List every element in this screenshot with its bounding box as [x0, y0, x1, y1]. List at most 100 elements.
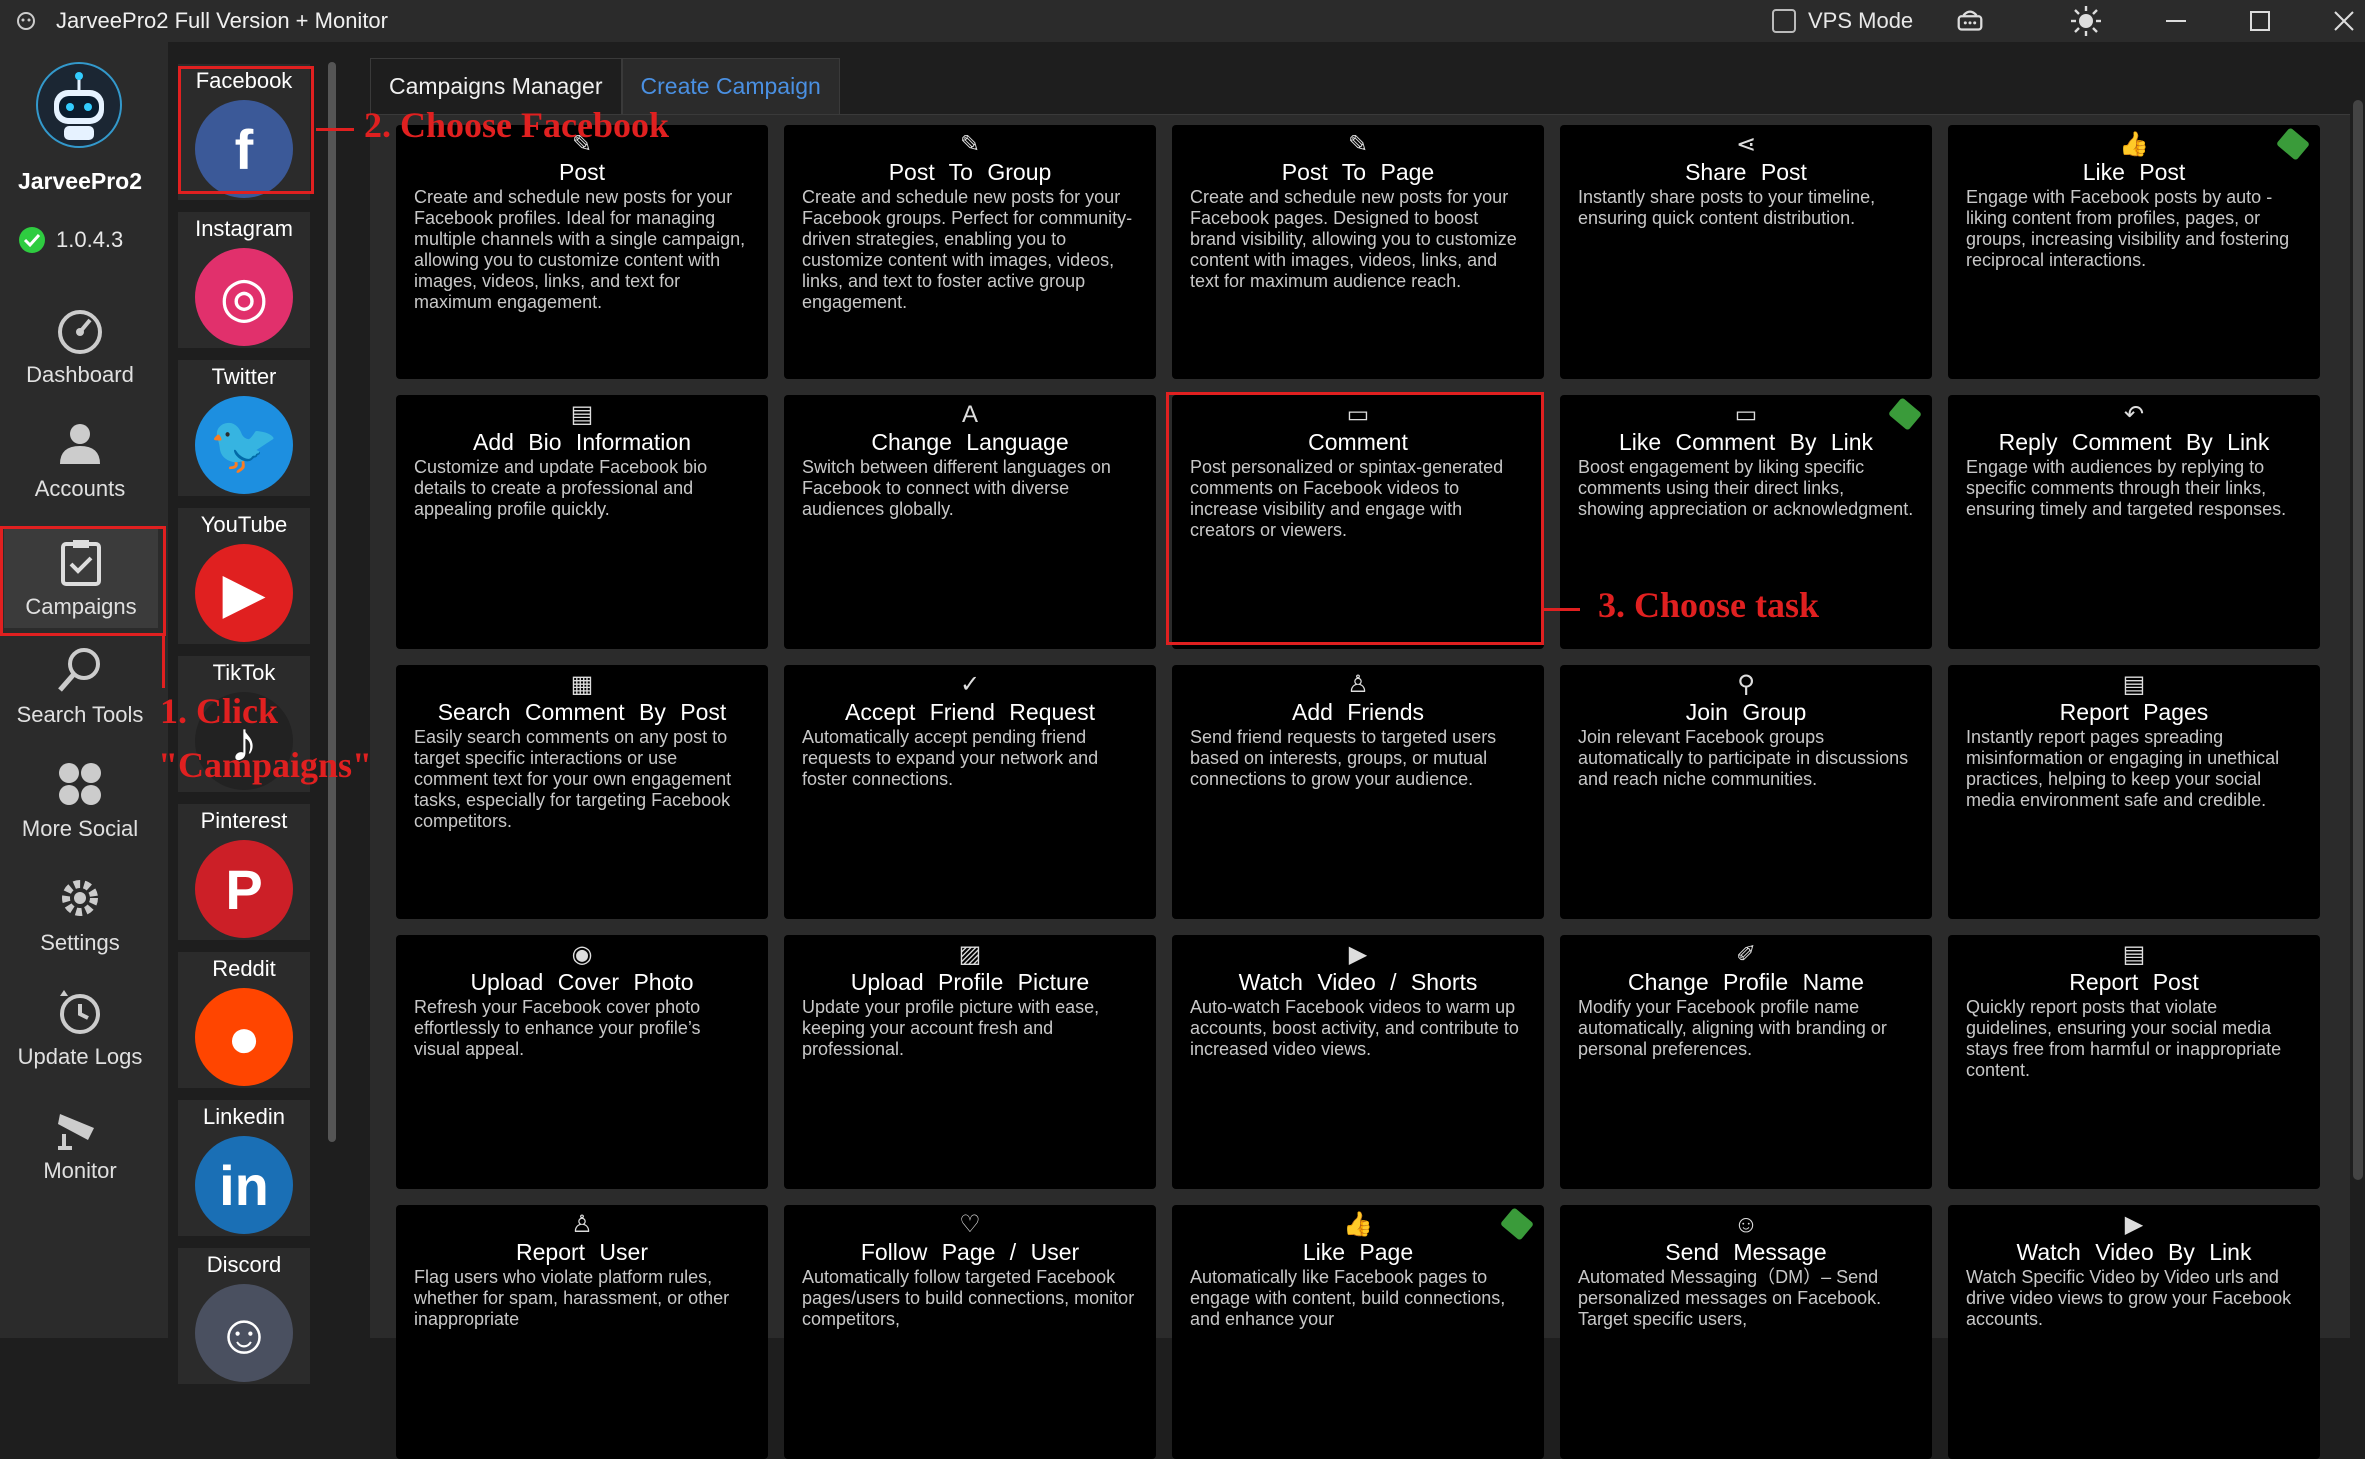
nav-update-logs[interactable]: Update Logs	[0, 978, 160, 1078]
task-card-post-to-page[interactable]: ✎ Post To Page Create and schedule new pos…	[1172, 125, 1544, 379]
task-card-title: Share Post	[1685, 159, 1807, 185]
task-card-watch-video-by-link[interactable]: ▶ Watch Video By Link Watch Specific Video…	[1948, 1205, 2320, 1459]
social-item-label: TikTok	[212, 660, 276, 685]
task-card-description: Quickly report posts that violate guidel…	[1966, 997, 2282, 1080]
task-card-accept-friend-request[interactable]: ✓ Accept Friend Request Automatically acce…	[784, 665, 1156, 919]
task-card-upload-profile-picture[interactable]: ▨ Upload Profile Picture Update your profi…	[784, 935, 1156, 1189]
nav-accounts[interactable]: Accounts	[0, 410, 160, 510]
task-card-title: Add Friends	[1291, 699, 1424, 725]
social-item-label: Reddit	[212, 956, 276, 981]
camera-icon	[58, 1114, 94, 1150]
task-card-title: Post To Page	[1281, 159, 1435, 185]
task-card-icon: ▤	[2122, 941, 2146, 968]
main-scrollbar[interactable]	[2353, 100, 2363, 1180]
task-card-title: Reply Comment By Link	[1998, 429, 2270, 455]
annotation-task-line	[1544, 608, 1580, 611]
social-item-youtube[interactable]: YouTube ▶	[178, 508, 310, 644]
version-info: 1.0.4.3	[18, 226, 123, 254]
social-item-linkedin[interactable]: Linkedin in	[178, 1100, 310, 1236]
maximize-icon[interactable]	[2244, 6, 2276, 36]
task-card-change-profile-name[interactable]: ✐ Change Profile Name Modify your Facebook…	[1560, 935, 1932, 1189]
task-card-search-comment-by-post[interactable]: ▦ Search Comment By Post Easily search com…	[396, 665, 768, 919]
task-card-description: Automated Messaging（DM）– Send personaliz…	[1578, 1267, 1882, 1329]
task-card-description: Customize and update Facebook bio detail…	[414, 457, 708, 519]
task-card-like-post[interactable]: 👍 Like Post Engage with Facebook posts by …	[1948, 125, 2320, 379]
social-item-instagram[interactable]: Instagram ◎	[178, 212, 310, 348]
task-card-title: Change Language	[871, 429, 1069, 455]
task-card-add-bio-information[interactable]: ▤ Add Bio Information Customize and update…	[396, 395, 768, 649]
vps-mode-toggle[interactable]: VPS Mode	[1772, 8, 1913, 34]
task-card-description: Automatically like Facebook pages to eng…	[1190, 1267, 1506, 1329]
task-card-join-group[interactable]: ⚲ Join Group Join relevant Facebook groups…	[1560, 665, 1932, 919]
task-card-report-user[interactable]: ♙ Report User Flag users who violate platf…	[396, 1205, 768, 1459]
social-item-pinterest[interactable]: Pinterest P	[178, 804, 310, 940]
nav-settings[interactable]: Settings	[0, 864, 160, 964]
task-card-change-language[interactable]: A Change Language Switch between different…	[784, 395, 1156, 649]
annotation-step1: 1. Click	[160, 691, 279, 731]
close-icon[interactable]	[2328, 6, 2360, 36]
task-card-title: Search Comment By Post	[437, 699, 727, 725]
task-card-icon: ✎	[959, 131, 981, 158]
task-card-icon: ♡	[959, 1211, 981, 1238]
social-item-label: Twitter	[211, 364, 277, 389]
task-card-icon: ▭	[1734, 401, 1758, 428]
task-card-post-to-group[interactable]: ✎ Post To Group Create and schedule new po…	[784, 125, 1156, 379]
task-card-send-message[interactable]: ☺ Send Message Automated Messaging（DM）– Se…	[1560, 1205, 1932, 1459]
vps-checkbox[interactable]	[1772, 9, 1796, 33]
gear-icon	[62, 880, 98, 916]
campaign-task-grid: ✎ Post Create and schedule new posts for y…	[370, 114, 2350, 1459]
task-card-report-pages[interactable]: ▤ Report Pages Instantly report pages spre…	[1948, 665, 2320, 919]
task-card-description: Update your profile picture with ease, k…	[802, 997, 1100, 1059]
social-item-discord[interactable]: Discord ☺	[178, 1248, 310, 1384]
nav-monitor[interactable]: Monitor	[0, 1092, 160, 1192]
social-glyph: ●	[227, 1005, 261, 1069]
task-card-add-friends[interactable]: ♙ Add Friends Send friend requests to targ…	[1172, 665, 1544, 919]
annotation-task-box	[1166, 392, 1544, 645]
task-card-report-post[interactable]: ▤ Report Post Quickly report posts that vi…	[1948, 935, 2320, 1189]
annotation-facebook-line	[316, 128, 354, 131]
task-card-icon: ▤	[2122, 671, 2146, 698]
task-card-watch-video-shorts[interactable]: ▶ Watch Video / Shorts Auto-watch Facebook…	[1172, 935, 1544, 1189]
task-card-icon: ▶	[1348, 941, 1368, 968]
social-item-label: Linkedin	[203, 1104, 285, 1129]
task-card-follow-page-user[interactable]: ♡ Follow Page / User Automatically follow …	[784, 1205, 1156, 1459]
window-title: JarveePro2 Full Version + Monitor	[56, 8, 388, 33]
brightness-icon[interactable]	[2070, 6, 2102, 36]
instagram-icon: ◎	[195, 248, 293, 346]
social-list-scrollbar[interactable]	[328, 62, 336, 1142]
task-card-description: Instantly report pages spreading misinfo…	[1966, 727, 2280, 810]
nav-more-social[interactable]: More Social	[0, 750, 160, 850]
brand-name: JarveePro2	[17, 168, 143, 194]
social-item-label: Discord	[206, 1252, 282, 1277]
task-card-share-post[interactable]: ⋖ Share Post Instantly share posts to your…	[1560, 125, 1932, 379]
task-card-description: Refresh your Facebook cover photo effort…	[414, 997, 701, 1059]
task-card-title: Accept Friend Request	[845, 699, 1095, 725]
minimize-icon[interactable]	[2160, 6, 2192, 36]
router-icon[interactable]	[1954, 6, 1986, 36]
task-card-icon: ☺	[1733, 1211, 1759, 1238]
pinterest-icon: P	[195, 840, 293, 938]
task-card-title: Send Message	[1665, 1239, 1827, 1265]
nav-dashboard-label: Dashboard	[26, 362, 134, 387]
task-card-icon: ✎	[1347, 131, 1369, 158]
social-item-label: YouTube	[200, 512, 288, 537]
task-card-title: Watch Video By Link	[2016, 1239, 2252, 1265]
main-content: Campaigns Manager Create Campaign ✎ Post C…	[370, 58, 2365, 1459]
task-card-like-page[interactable]: 👍 Like Page Automatically like Facebook pa…	[1172, 1205, 1544, 1459]
social-item-twitter[interactable]: Twitter 🐦	[178, 360, 310, 496]
task-card-title: Report User	[516, 1239, 648, 1265]
task-card-description: Switch between different languages on Fa…	[802, 457, 1111, 519]
task-card-title: Post	[558, 159, 606, 185]
task-card-description: Easily search comments on any post to ta…	[414, 727, 732, 831]
nav-dashboard[interactable]: Dashboard	[0, 296, 160, 396]
nav-settings-label: Settings	[40, 930, 120, 955]
task-card-icon: ⋖	[1735, 131, 1757, 158]
task-card-upload-cover-photo[interactable]: ◉ Upload Cover Photo Refresh your Facebook…	[396, 935, 768, 1189]
task-card-description: Automatically follow targeted Facebook p…	[802, 1267, 1135, 1329]
task-card-post[interactable]: ✎ Post Create and schedule new posts for y…	[396, 125, 768, 379]
task-card-title: Report Post	[2069, 969, 2199, 995]
nav-search-tools[interactable]: Search Tools	[0, 636, 160, 736]
task-card-reply-comment-by-link[interactable]: ↶ Reply Comment By Link Engage with audien…	[1948, 395, 2320, 649]
social-item-reddit[interactable]: Reddit ●	[178, 952, 310, 1088]
search-icon	[58, 648, 100, 692]
